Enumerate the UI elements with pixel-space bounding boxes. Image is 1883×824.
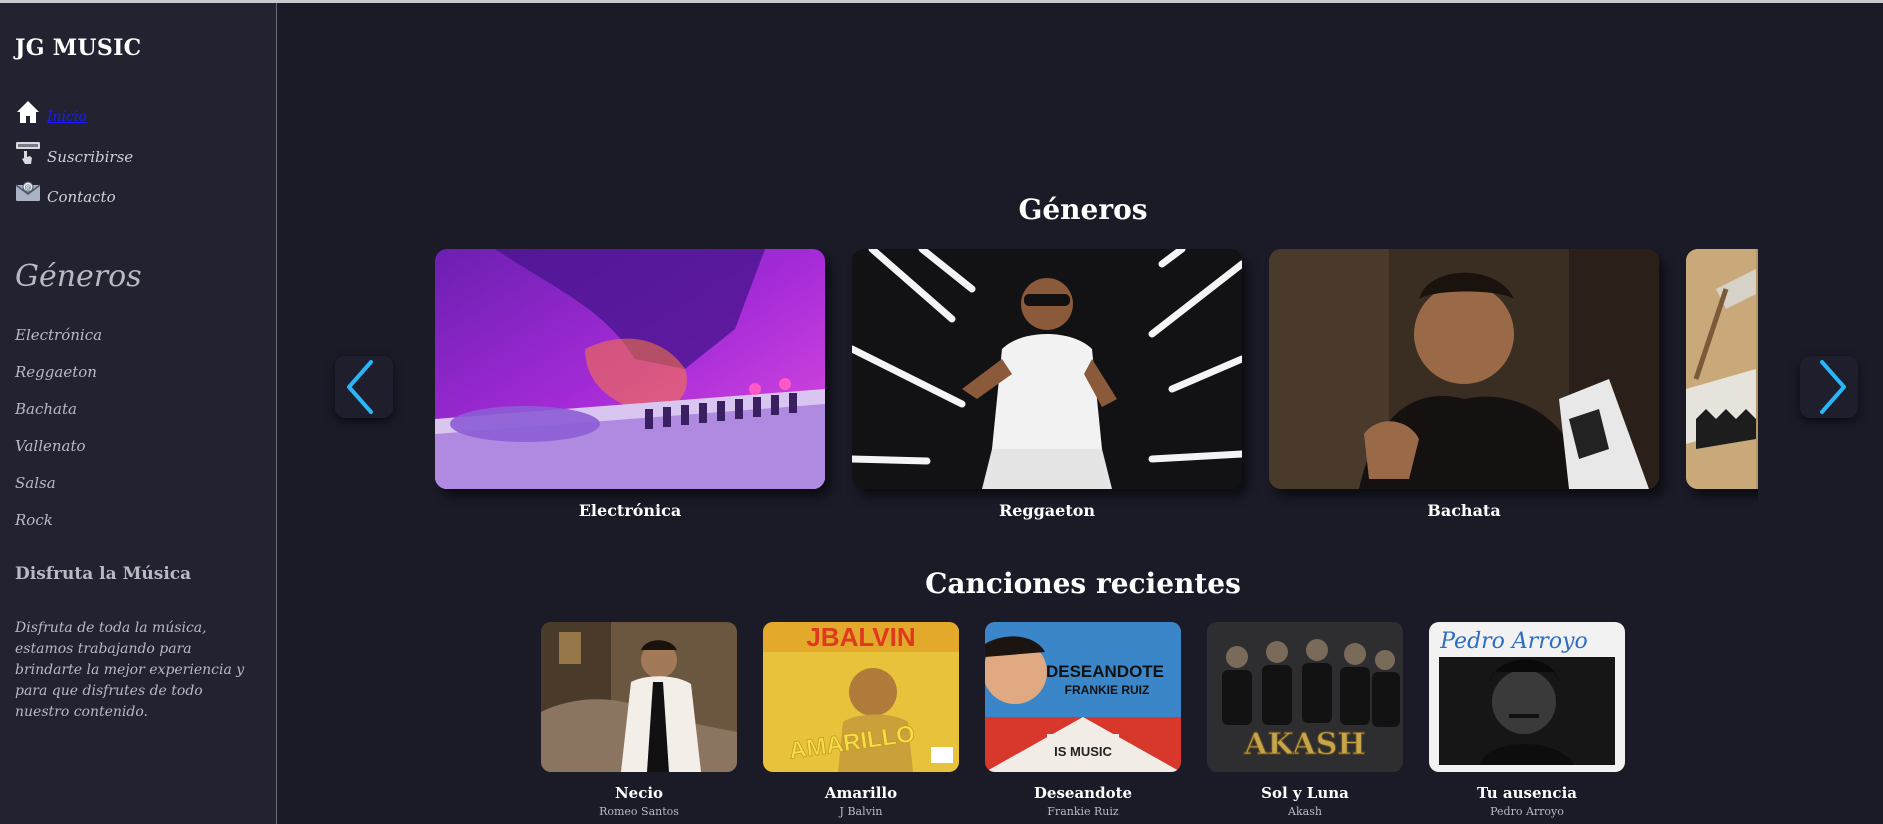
mail-icon: @ (15, 179, 41, 205)
genres-section-title: Géneros (1018, 193, 1148, 226)
genre-image (1269, 249, 1659, 489)
window-top-border (0, 0, 1883, 3)
genre-card-partial[interactable] (1686, 249, 1758, 489)
song-card-amarillo[interactable]: JBALVIN AMARILLO Amarillo J Balvin (763, 622, 959, 818)
cover-text-logo: IS MUSIC (1054, 744, 1112, 759)
cover-text-artist: FRANKIE RUIZ (1065, 683, 1150, 697)
song-artist: Akash (1288, 805, 1322, 818)
sidebar-genres-title: Géneros (15, 259, 142, 294)
sidebar-genre-item[interactable]: Salsa (15, 474, 102, 511)
song-card-sol-y-luna[interactable]: AKASH Sol y Luna Akash (1207, 622, 1403, 818)
recent-songs-section-title: Canciones recientes (925, 567, 1241, 600)
song-artist: Frankie Ruiz (1047, 805, 1119, 818)
sidebar-nav: Inicio Suscribirse @ Contacto (15, 95, 133, 215)
sidebar-genre-item[interactable]: Vallenato (15, 437, 102, 474)
song-title: Sol y Luna (1261, 784, 1349, 802)
sidebar: JG MUSIC Inicio Suscribirse @ Contacto G… (0, 3, 277, 824)
genre-card-bachata[interactable]: Bachata (1269, 249, 1659, 520)
song-card-tu-ausencia[interactable]: Pedro Arroyo Tu ausencia Pedro Arroyo (1429, 622, 1625, 818)
home-icon (15, 99, 41, 125)
sidebar-genres-list: Electrónica Reggaeton Bachata Vallenato … (15, 326, 102, 548)
sidebar-genre-item[interactable]: Reggaeton (15, 363, 102, 400)
song-artist: J Balvin (839, 805, 883, 818)
cover-text-title: DESEANDOTE (1046, 662, 1164, 681)
sidebar-genre-item[interactable]: Electrónica (15, 326, 102, 363)
song-card-necio[interactable]: Necio Romeo Santos (541, 622, 737, 818)
brand-logo-text[interactable]: JG MUSIC (15, 35, 141, 61)
cover-text-signature: Pedro Arroyo (1439, 629, 1588, 654)
genre-image (435, 249, 825, 489)
genres-carousel: Electrónica Reggaeton Bachata (435, 249, 1758, 529)
sidebar-genre-item[interactable]: Bachata (15, 400, 102, 437)
genre-image (852, 249, 1242, 489)
cover-text-logo: AKASH (1243, 727, 1365, 762)
song-artist: Pedro Arroyo (1490, 805, 1564, 818)
song-cover: Pedro Arroyo (1429, 622, 1625, 772)
genre-card-electronica[interactable]: Electrónica (435, 249, 825, 520)
song-cover (541, 622, 737, 772)
nav-item-contacto[interactable]: @ Contacto (15, 175, 133, 205)
song-cover: DESEANDOTE FRANKIE RUIZ IS MUSIC (985, 622, 1181, 772)
genre-card-label: Reggaeton (998, 501, 1096, 520)
sidebar-genre-item[interactable]: Rock (15, 511, 102, 548)
nav-item-inicio[interactable]: Inicio (15, 95, 133, 125)
genre-image (1686, 249, 1758, 489)
enjoy-title: Disfruta la Música (15, 564, 192, 584)
genre-card-reggaeton[interactable]: Reggaeton (852, 249, 1242, 520)
song-artist: Romeo Santos (599, 805, 679, 818)
nav-item-label[interactable]: Contacto (47, 189, 116, 205)
nav-item-label[interactable]: Suscribirse (47, 149, 133, 165)
song-title: Amarillo (824, 784, 898, 802)
song-card-deseandote[interactable]: DESEANDOTE FRANKIE RUIZ IS MUSIC Deseand… (985, 622, 1181, 818)
chevron-left-icon (347, 360, 373, 414)
svg-text:@: @ (25, 184, 32, 192)
nav-item-label[interactable]: Inicio (47, 109, 87, 125)
song-title: Tu ausencia (1477, 784, 1577, 802)
chevron-right-icon (1820, 360, 1846, 414)
cover-text-artist: JBALVIN (806, 622, 915, 652)
song-cover: JBALVIN AMARILLO (763, 622, 959, 772)
song-title: Necio (614, 784, 664, 802)
enjoy-description: Disfruta de toda la música, estamos trab… (15, 620, 245, 720)
song-cover: AKASH (1207, 622, 1403, 772)
genre-card-label: Electrónica (578, 501, 682, 520)
carousel-prev-button[interactable] (335, 356, 393, 418)
nav-item-suscribirse[interactable]: Suscribirse (15, 135, 133, 165)
genre-card-label: Bachata (1427, 501, 1501, 520)
carousel-next-button[interactable] (1800, 356, 1858, 418)
song-title: Deseandote (1033, 784, 1133, 802)
subscribe-icon (15, 139, 41, 165)
